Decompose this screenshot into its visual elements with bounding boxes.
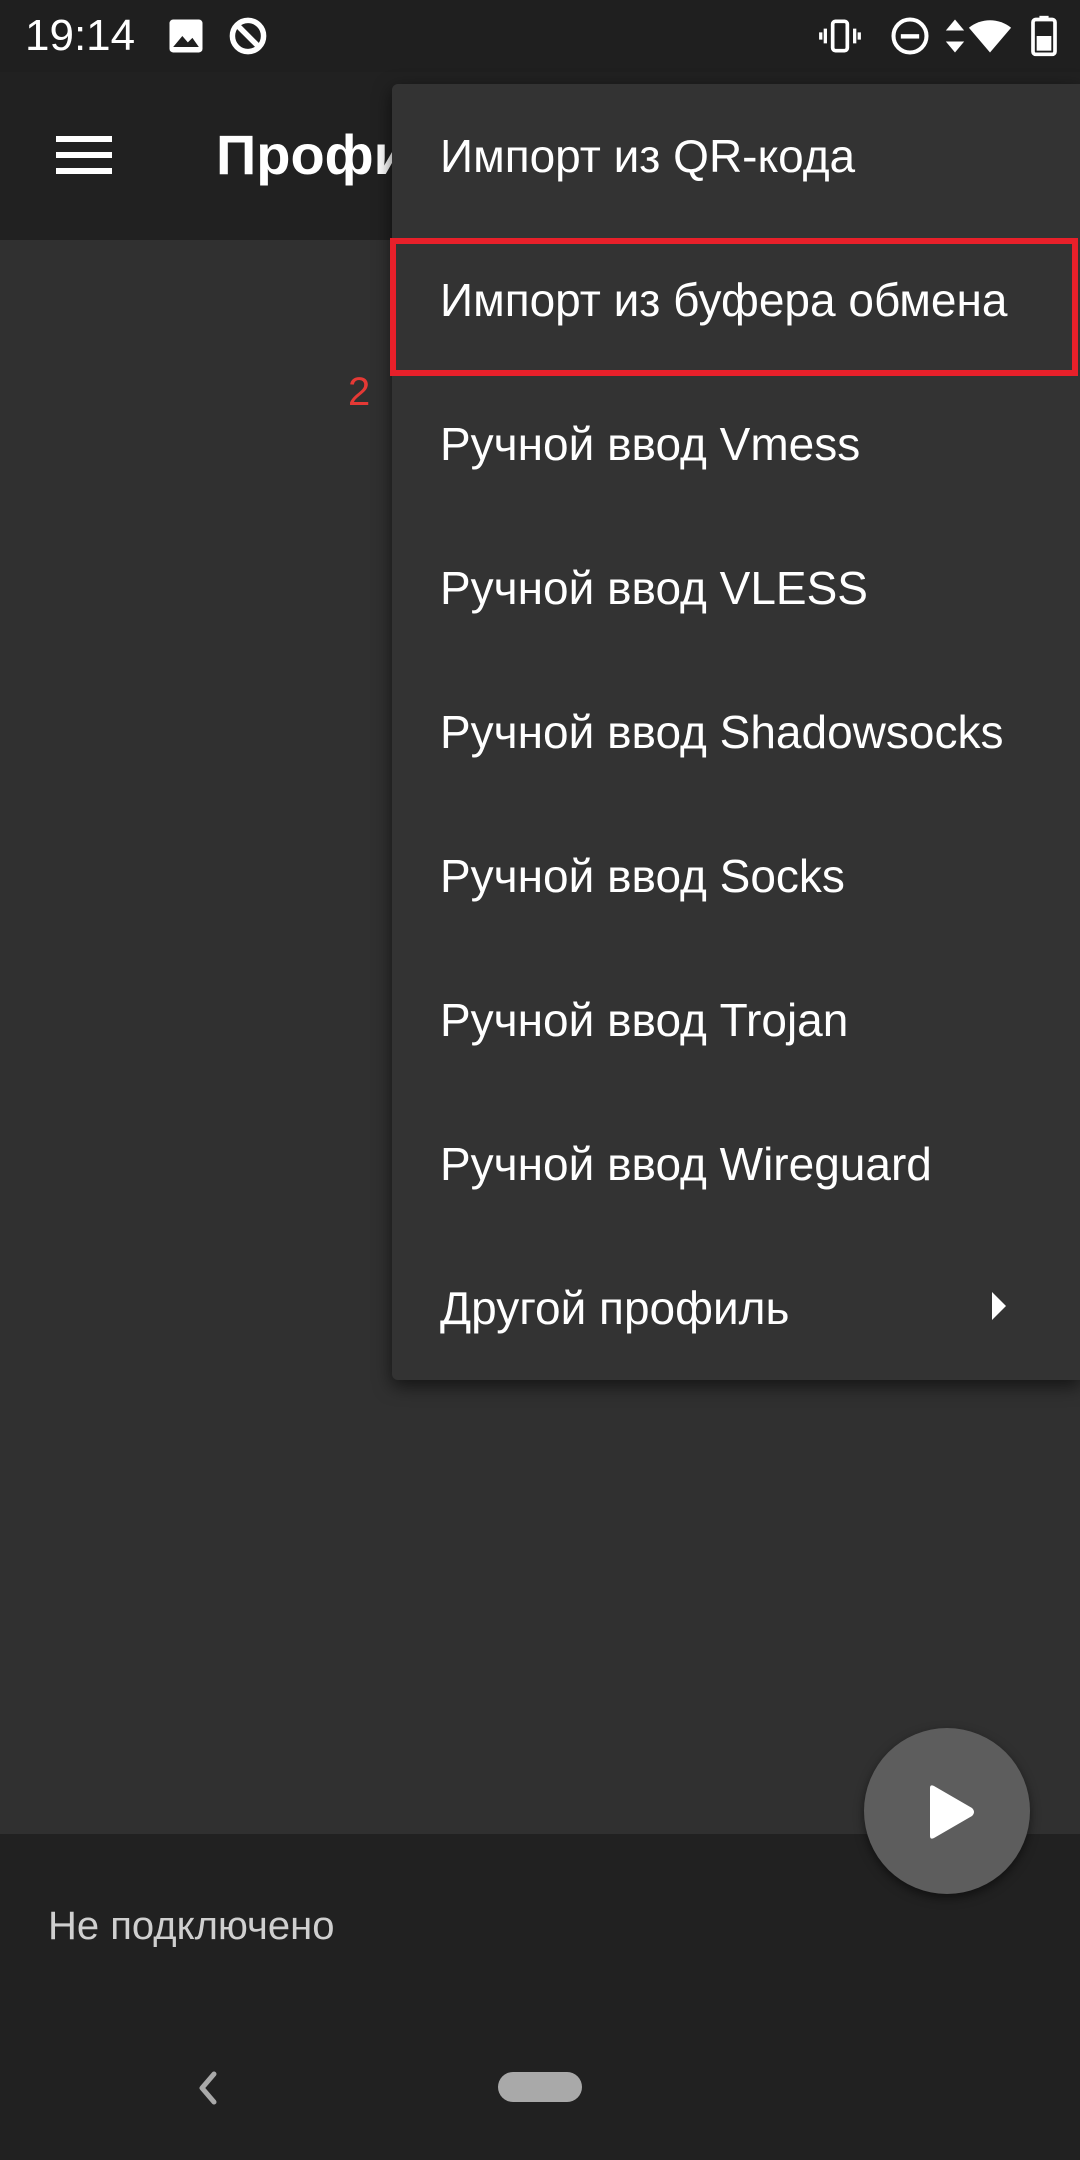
- back-icon[interactable]: [190, 2064, 226, 2112]
- menu-item-label: Импорт из QR-кода: [440, 130, 856, 182]
- step-number-annotation: 2: [348, 370, 371, 414]
- status-bar: 19:14: [0, 0, 1080, 72]
- hamburger-menu-icon[interactable]: [52, 126, 114, 186]
- menu-item-label: Ручной ввод VLESS: [440, 562, 868, 614]
- menu-item-manual-vless[interactable]: Ручной ввод VLESS: [392, 516, 1080, 660]
- image-icon: [169, 19, 203, 53]
- menu-item-manual-socks[interactable]: Ручной ввод Socks: [392, 804, 1080, 948]
- do-not-disturb-icon: [891, 17, 929, 55]
- status-time: 19:14: [25, 11, 136, 60]
- home-pill[interactable]: [498, 2072, 582, 2102]
- connection-status[interactable]: Не подключено: [48, 1902, 334, 1950]
- menu-item-label: Импорт из буфера обмена: [440, 274, 1008, 326]
- vibrate-icon: [819, 19, 861, 53]
- battery-icon: [1031, 15, 1057, 57]
- menu-item-label: Ручной ввод Trojan: [440, 994, 849, 1046]
- connect-fab-button[interactable]: [864, 1728, 1030, 1894]
- data-saver-icon: [229, 17, 267, 55]
- menu-item-label: Ручной ввод Socks: [440, 850, 845, 902]
- menu-item-label: Ручной ввод Shadowsocks: [440, 706, 1004, 758]
- menu-item-label: Ручной ввод Vmess: [440, 418, 861, 470]
- data-arrows-icon: [945, 19, 965, 53]
- menu-item-manual-trojan[interactable]: Ручной ввод Trojan: [392, 948, 1080, 1092]
- menu-item-other-profile[interactable]: Другой профиль: [392, 1236, 1080, 1380]
- menu-item-manual-vmess[interactable]: Ручной ввод Vmess: [392, 372, 1080, 516]
- menu-item-manual-wireguard[interactable]: Ручной ввод Wireguard: [392, 1092, 1080, 1236]
- wifi-icon: [968, 20, 1012, 53]
- menu-item-manual-shadowsocks[interactable]: Ручной ввод Shadowsocks: [392, 660, 1080, 804]
- add-profile-popup-menu: Импорт из QR-кода Импорт из буфера обмен…: [392, 84, 1080, 1380]
- menu-item-import-qr[interactable]: Импорт из QR-кода: [392, 84, 1080, 228]
- menu-item-import-clipboard[interactable]: Импорт из буфера обмена: [392, 228, 1080, 372]
- play-icon: [930, 1785, 974, 1839]
- menu-item-label: Ручной ввод Wireguard: [440, 1138, 932, 1190]
- submenu-arrow-icon: [992, 1292, 1006, 1320]
- menu-item-label: Другой профиль: [440, 1282, 790, 1334]
- screen: 19:14 Профили 2 Не подключено Импорт из …: [0, 0, 1080, 2160]
